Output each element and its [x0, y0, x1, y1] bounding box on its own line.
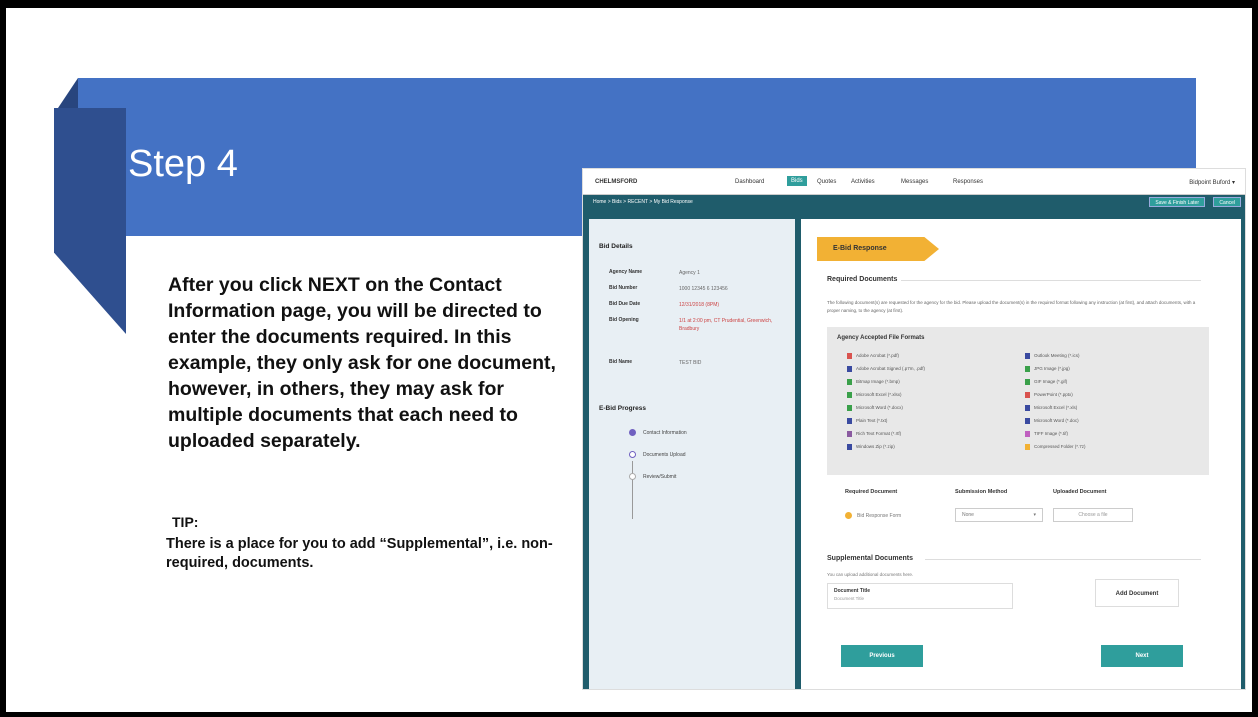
- chevron-down-icon: ▾: [1033, 512, 1036, 518]
- previous-button[interactable]: Previous: [841, 645, 923, 667]
- bid-response-main: E-Bid Response Required Documents The fo…: [801, 209, 1245, 689]
- file-icon: [847, 405, 852, 411]
- bid-number-label: Bid Number: [609, 285, 638, 291]
- format-item: GIF Image (*.gif): [1025, 379, 1067, 385]
- progress-step-documents: Documents Upload: [643, 452, 686, 458]
- nav-dashboard[interactable]: Dashboard: [735, 179, 764, 185]
- bid-due-date-value: 12/31/2018 (8PM): [679, 302, 720, 308]
- submission-method-value: None: [962, 512, 974, 518]
- format-item: Windows Zip (*.zip): [847, 444, 895, 450]
- formats-title: Agency Accepted File Formats: [837, 335, 925, 341]
- top-navigation: CHELMSFORD Dashboard Bids Quotes Activit…: [583, 169, 1245, 195]
- bid-details-title: Bid Details: [599, 243, 633, 250]
- breadcrumb[interactable]: Home > Bids > RECENT > My Bid Response: [593, 199, 693, 205]
- e-bid-response-ribbon: E-Bid Response: [817, 237, 939, 261]
- file-icon: [1025, 405, 1030, 411]
- bid-due-date-label: Bid Due Date: [609, 301, 641, 307]
- format-item: Outlook Meeting (*.ics): [1025, 353, 1080, 359]
- file-icon: [1025, 366, 1030, 372]
- file-icon: [1025, 353, 1030, 359]
- supplemental-documents-title: Supplemental Documents: [827, 555, 913, 562]
- document-title-field[interactable]: Document Title Document Title: [827, 583, 1013, 609]
- progress-title: E-Bid Progress: [599, 405, 646, 412]
- format-item: PowerPoint (*.pptx): [1025, 392, 1073, 398]
- progress-step-contact: Contact Information: [643, 430, 687, 436]
- required-document-name[interactable]: Bid Response Form: [857, 513, 901, 519]
- file-icon: [847, 353, 852, 359]
- format-item: Microsoft Excel (*.xls): [1025, 405, 1077, 411]
- agency-name-label: Agency Name: [609, 269, 643, 275]
- bid-name-label: Bid Name: [609, 359, 633, 365]
- next-button[interactable]: Next: [1101, 645, 1183, 667]
- file-icon: [1025, 392, 1030, 398]
- nav-bids[interactable]: Bids: [787, 176, 807, 186]
- add-document-button[interactable]: Add Document: [1095, 579, 1179, 607]
- document-title-label: Document Title: [834, 588, 871, 594]
- format-item: Compressed Folder (*.7z): [1025, 444, 1086, 450]
- file-icon: [847, 444, 852, 450]
- submission-method-select[interactable]: None ▾: [955, 508, 1043, 522]
- required-status-icon: [845, 512, 852, 519]
- required-document-header: Required Document: [845, 489, 898, 495]
- format-item: Microsoft Excel (*.xlsx): [847, 392, 902, 398]
- divider: [901, 280, 1201, 281]
- file-icon: [847, 366, 852, 372]
- document-title-input[interactable]: Document Title: [834, 596, 864, 601]
- progress-step-dot: [629, 473, 636, 480]
- accepted-formats-box: Agency Accepted File Formats Adobe Acrob…: [827, 327, 1209, 475]
- banner-fold: [54, 108, 126, 334]
- banner-fold-shadow: [58, 78, 78, 108]
- presentation-slide: Step 4 After you click NEXT on the Conta…: [6, 8, 1252, 712]
- file-icon: [847, 418, 852, 424]
- breadcrumb-bar: Home > Bids > RECENT > My Bid Response S…: [583, 195, 1245, 209]
- nav-activities[interactable]: Activities: [851, 179, 875, 185]
- file-icon: [847, 431, 852, 437]
- brand-logo: CHELMSFORD: [595, 179, 638, 185]
- file-icon: [1025, 418, 1030, 424]
- file-icon: [1025, 444, 1030, 450]
- cancel-button[interactable]: Cancel: [1213, 197, 1241, 207]
- divider: [925, 559, 1201, 560]
- app-screenshot: CHELMSFORD Dashboard Bids Quotes Activit…: [582, 168, 1246, 690]
- required-documents-title: Required Documents: [827, 276, 898, 283]
- slide-body-text: After you click NEXT on the Contact Info…: [168, 274, 556, 452]
- bid-opening-value: 1/1 at 2:00 pm, CT Prudential, Greenwich…: [679, 318, 773, 332]
- progress-step-dot: [629, 429, 636, 436]
- bid-opening-label: Bid Opening: [609, 317, 639, 323]
- instructions-text: The following document(s) are requested …: [827, 300, 1196, 313]
- format-item: Rich Text Format (*.rtf): [847, 431, 901, 437]
- ribbon-label: E-Bid Response: [833, 245, 887, 252]
- progress-step-review: Review/Submit: [643, 474, 677, 480]
- format-item: Microsoft Word (*.docx): [847, 405, 903, 411]
- bid-number-value: 1000 12345 6 123456: [679, 286, 728, 292]
- user-menu[interactable]: Bidpoint Buford ▾: [1189, 179, 1235, 186]
- tip-heading: TIP:: [172, 514, 199, 530]
- format-item: TIFF Image (*.tif): [1025, 431, 1068, 437]
- uploaded-document-header: Uploaded Document: [1053, 489, 1107, 495]
- submission-method-header: Submission Method: [955, 489, 1008, 495]
- nav-messages[interactable]: Messages: [901, 179, 928, 185]
- format-item: Adobe Acrobat (*.pdf): [847, 353, 899, 359]
- bid-name-value: TEST BID: [679, 360, 702, 366]
- slide-title: Step 4: [128, 143, 238, 185]
- file-icon: [1025, 379, 1030, 385]
- progress-line: [632, 461, 633, 519]
- file-icon: [847, 392, 852, 398]
- nav-responses[interactable]: Responses: [953, 179, 983, 185]
- supplemental-note: You can upload additional documents here…: [827, 572, 914, 577]
- format-item: Microsoft Word (*.doc): [1025, 418, 1079, 424]
- file-icon: [1025, 431, 1030, 437]
- tip-text: There is a place for you to add “Supplem…: [166, 536, 553, 571]
- format-item: JPG Image (*.jpg): [1025, 366, 1070, 372]
- format-item: Plain Text (*.txt): [847, 418, 887, 424]
- save-finish-later-button[interactable]: Save & Finish Later: [1149, 197, 1205, 207]
- nav-quotes[interactable]: Quotes: [817, 179, 836, 185]
- progress-step-dot: [629, 451, 636, 458]
- bid-details-panel: Bid Details Agency Name Agency 1 Bid Num…: [583, 209, 801, 689]
- format-item: Bitmap Image (*.bmp): [847, 379, 900, 385]
- format-item: Adobe Acrobat Signed (.p7m, .pdf): [847, 366, 925, 372]
- file-icon: [847, 379, 852, 385]
- agency-name-value: Agency 1: [679, 270, 700, 276]
- choose-file-button[interactable]: Choose a file: [1053, 508, 1133, 522]
